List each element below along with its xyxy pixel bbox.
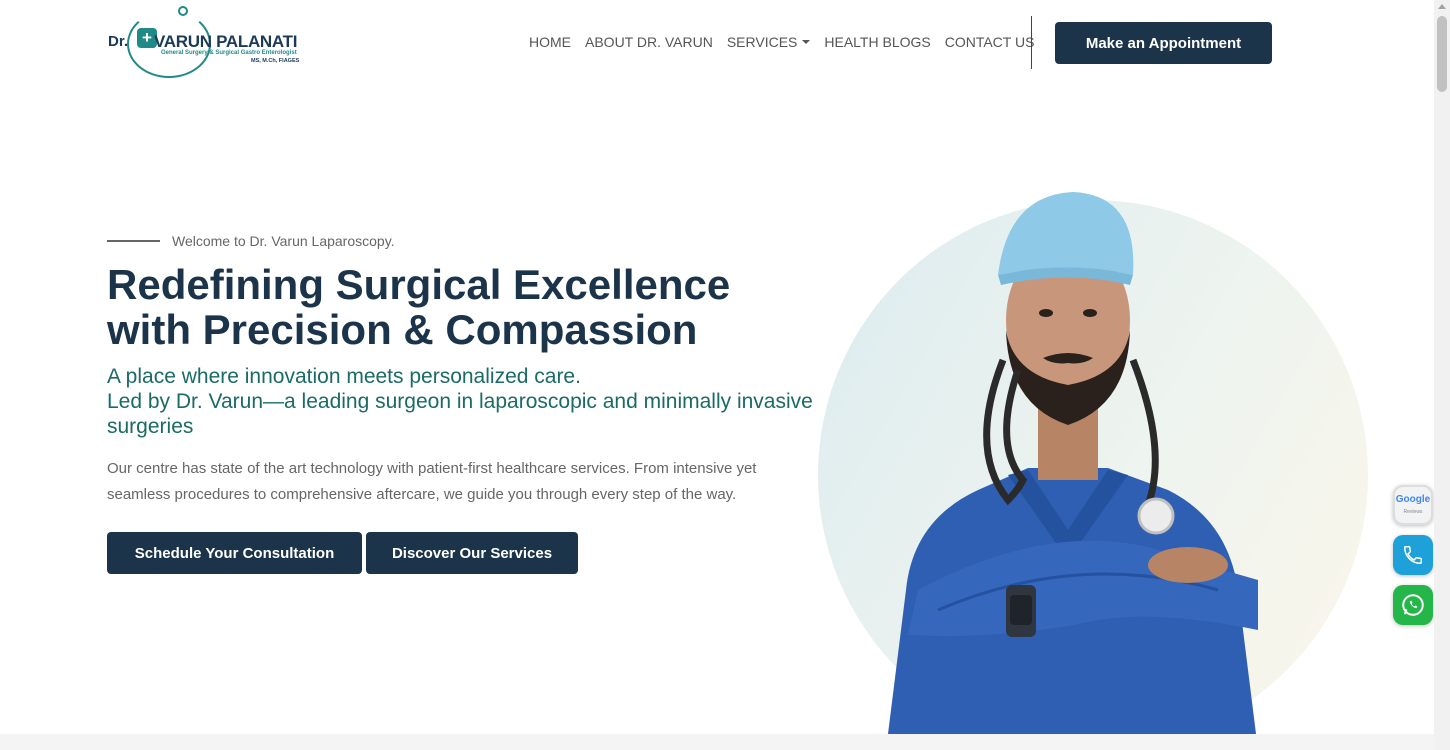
hero-subheading: A place where innovation meets personali… [107,364,827,439]
logo-subtitle: General Surgery & Surgical Gastro Entero… [161,50,297,56]
vertical-scrollbar[interactable] [1434,0,1450,750]
whatsapp-icon [1402,594,1424,616]
hero-heading-line2: with Precision & Compassion [107,306,698,353]
nav-home[interactable]: HOME [529,34,571,52]
scrollbar-thumb[interactable] [1437,16,1447,92]
google-reviews-caption: Reviews [1403,509,1423,515]
welcome-line [107,240,160,242]
nav-divider [1031,16,1032,69]
logo-name: VARUN PALANATI [154,32,298,51]
google-reviews-button[interactable]: Google Reviews [1393,485,1433,525]
hero-description: Our centre has state of the art technolo… [107,460,757,503]
doctor-photo [858,190,1278,734]
nav-about[interactable]: ABOUT DR. VARUN [585,34,713,52]
phone-icon [1404,546,1422,564]
hero-heading: Redefining Surgical Excellence with Prec… [107,262,827,352]
stethoscope-icon [178,6,188,16]
logo-prefix: Dr. [108,33,129,50]
main-nav: HOME ABOUT DR. VARUN SERVICES HEALTH BLO… [529,34,1034,52]
navbar: Dr. + VARUN PALANATI General Surgery & S… [0,0,1434,86]
next-section-edge [0,734,1434,750]
schedule-consultation-button[interactable]: Schedule Your Consultation [107,532,362,574]
caret-down-icon [802,40,811,44]
hero-sub-line1: A place where innovation meets personali… [107,365,581,388]
site-logo[interactable]: Dr. + VARUN PALANATI General Surgery & S… [107,6,307,80]
make-appointment-button[interactable]: Make an Appointment [1055,22,1272,64]
logo-degrees: MS, M.Ch, FIAGES [251,58,300,64]
hero-heading-line1: Redefining Surgical Excellence [107,261,731,308]
hero-sub-line2: Led by Dr. Varun—a leading surgeon in la… [107,390,813,438]
nav-services-dropdown[interactable]: SERVICES [727,34,811,52]
google-reviews-logo: Google [1395,494,1431,505]
call-button[interactable] [1393,535,1433,575]
discover-services-button[interactable]: Discover Our Services [366,532,578,574]
whatsapp-button[interactable] [1393,585,1433,625]
nav-contact[interactable]: CONTACT US [945,34,1035,52]
nav-health-blogs[interactable]: HEALTH BLOGS [824,34,930,52]
google-reviews-icon: Google Reviews [1396,493,1430,517]
scroll-up-arrow-icon[interactable] [1438,4,1446,9]
welcome-text: Welcome to Dr. Varun Laparoscopy. [172,233,395,249]
nav-services[interactable]: SERVICES [727,34,798,50]
